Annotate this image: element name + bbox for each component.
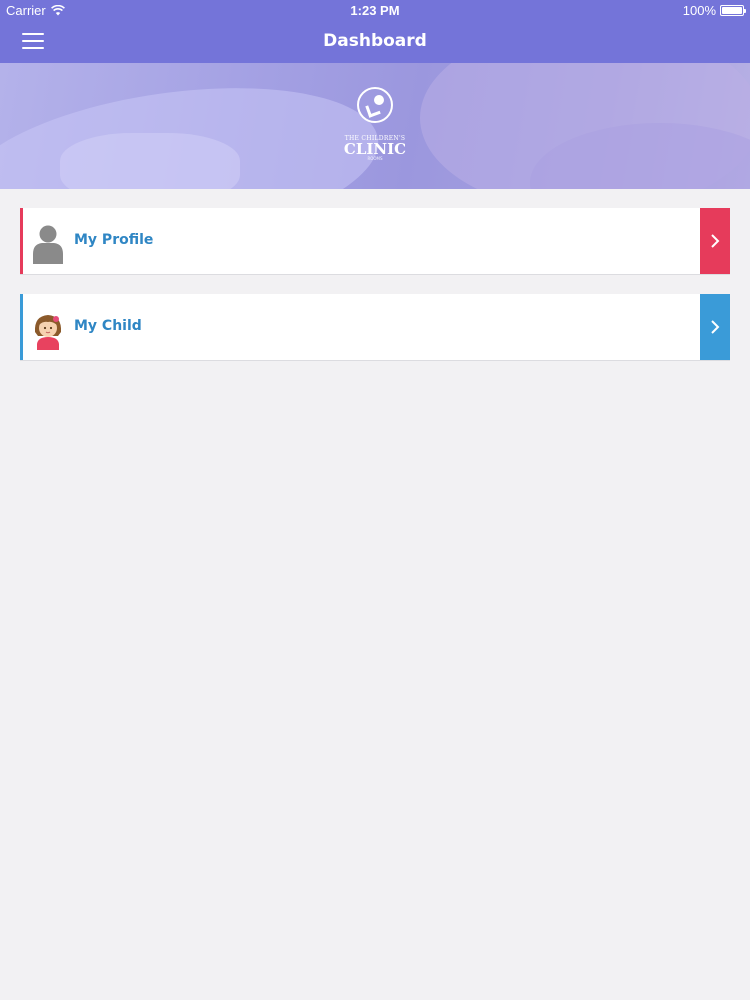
hero-banner: THE CHILDREN'S CLINIC ROOMS [0, 63, 750, 189]
navbar: Dashboard [0, 21, 750, 63]
menu-item-label: My Profile [74, 232, 154, 248]
status-time: 1:23 PM [350, 3, 400, 18]
battery-percent: 100% [682, 3, 716, 18]
menu-item-label: My Child [74, 318, 142, 334]
chevron-right-icon[interactable] [700, 208, 730, 274]
menu-item-my-profile[interactable]: My Profile [20, 208, 730, 275]
logo-line-2: CLINIC [343, 140, 407, 158]
clinic-logo-icon [357, 87, 393, 123]
child-girl-icon [34, 315, 62, 350]
page-title: Dashboard [323, 31, 427, 51]
chevron-right-icon[interactable] [700, 294, 730, 360]
top-bar: Carrier 1:23 PM 100% Dashboard [0, 0, 750, 63]
battery-indicator: 100% [682, 3, 746, 18]
card-accent-stripe [20, 294, 23, 360]
menu-item-my-child[interactable]: My Child [20, 294, 730, 361]
status-bar: Carrier 1:23 PM 100% [0, 0, 750, 21]
card-accent-stripe [20, 208, 23, 274]
logo-line-3: ROOMS [367, 156, 383, 161]
clinic-logo: THE CHILDREN'S CLINIC ROOMS [335, 87, 415, 161]
battery-icon [720, 5, 746, 16]
user-silhouette-icon [33, 225, 63, 264]
